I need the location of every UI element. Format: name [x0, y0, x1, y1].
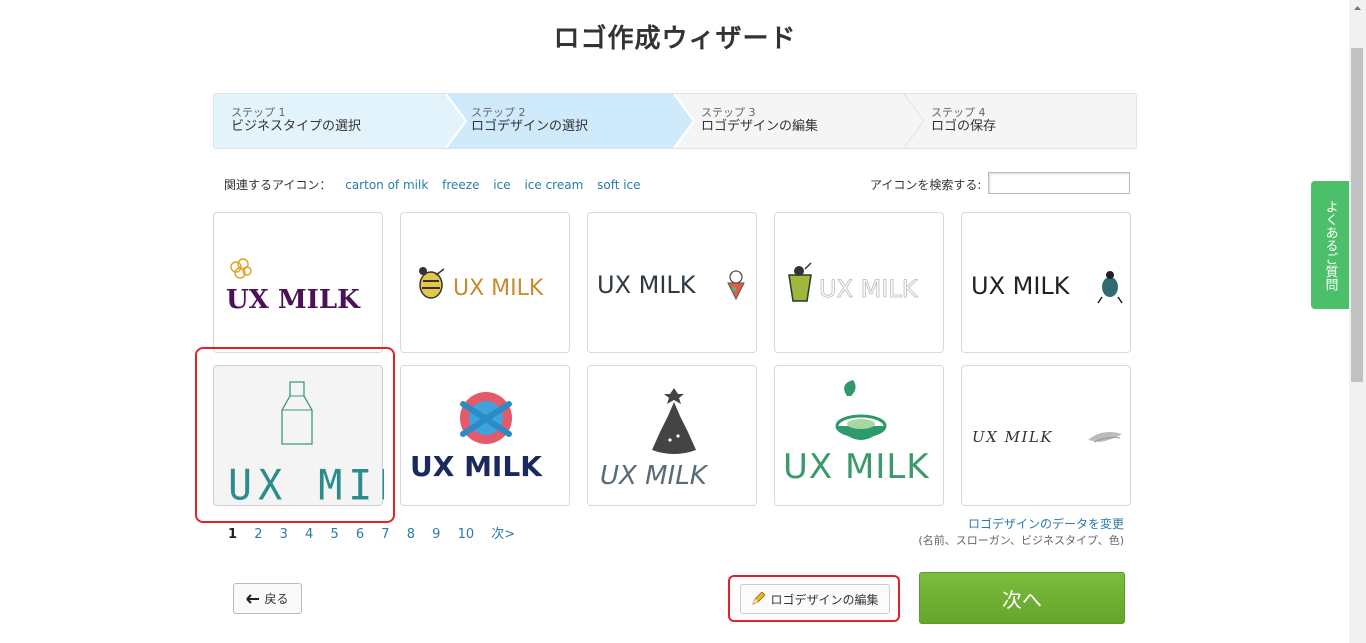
- wizard-steps: ステップ 1 ビジネスタイプの選択 ステップ 2 ロゴデザインの選択 ステップ …: [213, 93, 1137, 149]
- bowl-icon: UX MILK: [783, 380, 930, 487]
- logo-3-text: UX MILK: [597, 271, 697, 299]
- soft-serve-icon: UX MILK: [600, 388, 709, 491]
- page-3[interactable]: 3: [280, 527, 288, 542]
- page-4[interactable]: 4: [305, 527, 313, 542]
- page-title: ロゴ作成ウィザード: [553, 24, 797, 54]
- logo-5-text: UX MILK: [971, 272, 1071, 300]
- logo-option-8[interactable]: UX MILK: [587, 365, 757, 506]
- step-1-label: ビジネスタイプの選択: [231, 119, 362, 134]
- tag-freeze[interactable]: freeze: [442, 178, 479, 192]
- step-3-number: ステップ 3: [701, 106, 756, 119]
- step-2-label: ロゴデザインの選択: [471, 119, 589, 134]
- drink-glass-icon: UX MILK: [788, 262, 919, 303]
- tag-ice[interactable]: ice: [493, 178, 510, 192]
- ice-cream-icon: UX MILK: [226, 258, 361, 315]
- bee-icon: UX MILK: [419, 267, 544, 301]
- tag-carton-of-milk[interactable]: carton of milk: [345, 178, 428, 192]
- back-button-label: 戻る: [264, 592, 289, 606]
- logo-option-7[interactable]: UX MILK: [400, 365, 570, 506]
- logo-4-text: UX MILK: [819, 275, 919, 303]
- scroll-thumb[interactable]: [1351, 48, 1363, 382]
- logo-option-9[interactable]: UX MILK: [774, 365, 944, 506]
- logo-9-text: UX MILK: [783, 447, 930, 487]
- logo-10-text: UX MILK: [972, 428, 1053, 446]
- page-10[interactable]: 10: [458, 527, 475, 542]
- change-logo-data-note: (名前、スローガン、ビジネスタイプ、色): [918, 534, 1124, 547]
- step-2[interactable]: ステップ 2 ロゴデザインの選択: [471, 106, 588, 134]
- change-logo-data-link[interactable]: ロゴデザインのデータを変更: [968, 515, 1124, 532]
- step-2-number: ステップ 2: [471, 106, 526, 119]
- step-1-number: ステップ 1: [231, 106, 286, 119]
- icon-search-label: アイコンを検索する:: [870, 178, 982, 192]
- related-icons: 関連するアイコン： carton of milk freeze ice ice …: [224, 176, 641, 193]
- step-4-label: ロゴの保存: [931, 119, 997, 134]
- logo-option-4[interactable]: UX MILK: [774, 212, 944, 353]
- scroll-up-arrow-icon[interactable]: [1349, 0, 1366, 17]
- step-3: ステップ 3 ロゴデザインの編集: [701, 106, 818, 134]
- related-icons-label: 関連するアイコン：: [224, 178, 332, 192]
- page-6[interactable]: 6: [356, 527, 364, 542]
- selected-logo-highlight: [195, 347, 395, 523]
- pencil-icon: [752, 592, 766, 605]
- page-5[interactable]: 5: [330, 527, 338, 542]
- logo-1-text: UX MILK: [226, 285, 361, 315]
- icon-search-input[interactable]: [988, 172, 1130, 194]
- logo-8-text: UX MILK: [600, 461, 709, 491]
- plate-fork-icon: UX MILK: [410, 392, 543, 483]
- next-button[interactable]: 次へ: [919, 572, 1125, 624]
- arrow-left-icon: [246, 593, 260, 604]
- step-4-number: ステップ 4: [931, 106, 986, 119]
- page-2[interactable]: 2: [254, 527, 262, 542]
- page-7[interactable]: 7: [381, 527, 389, 542]
- page-1[interactable]: 1: [228, 527, 237, 542]
- swirl-icon: UX MILK: [972, 428, 1122, 446]
- step-4: ステップ 4 ロゴの保存: [931, 106, 996, 134]
- page-8[interactable]: 8: [407, 527, 415, 542]
- edit-button-label: ロゴデザインの編集: [770, 592, 879, 607]
- page-next[interactable]: 次>: [491, 527, 515, 542]
- step-1[interactable]: ステップ 1 ビジネスタイプの選択: [231, 106, 361, 134]
- step-3-label: ロゴデザインの編集: [701, 119, 819, 134]
- back-button[interactable]: 戻る: [233, 583, 302, 614]
- tag-soft-ice[interactable]: soft ice: [597, 178, 640, 192]
- ice-cream-cup-icon: UX MILK: [597, 270, 745, 301]
- vertical-scrollbar[interactable]: [1349, 0, 1366, 643]
- bird-icon: UX MILK: [971, 271, 1123, 304]
- logo-option-2[interactable]: UX MILK: [400, 212, 570, 353]
- logo-option-3[interactable]: UX MILK: [587, 212, 757, 353]
- page-9[interactable]: 9: [432, 527, 440, 542]
- logo-7-text: UX MILK: [410, 450, 543, 483]
- edit-logo-design-button[interactable]: ロゴデザインの編集: [740, 584, 890, 614]
- logo-option-5[interactable]: UX MILK: [961, 212, 1131, 353]
- faq-tab[interactable]: よくあるご質問: [1311, 181, 1349, 309]
- tag-ice-cream[interactable]: ice cream: [524, 178, 583, 192]
- logo-option-1[interactable]: UX MILK: [213, 212, 383, 353]
- logo-option-10[interactable]: UX MILK: [961, 365, 1131, 506]
- pagination: 1 2 3 4 5 6 7 8 9 10 次>: [228, 523, 528, 542]
- logo-2-text: UX MILK: [453, 276, 544, 301]
